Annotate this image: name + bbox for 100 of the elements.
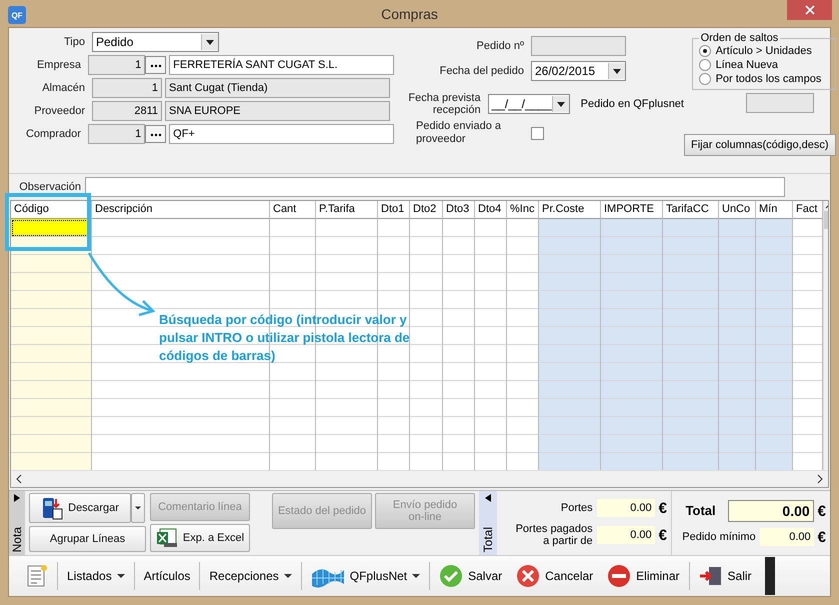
horizontal-scrollbar[interactable] [11,470,828,487]
column-header[interactable]: Dto1 [378,201,409,219]
callout-arrow [87,251,157,317]
column-header[interactable]: Fact [793,201,822,219]
shipping-label: Portes [560,502,593,514]
order-number-field[interactable] [531,36,626,56]
proveedor-name-field: SNA EUROPE [165,101,390,121]
column-header[interactable]: Cant [270,201,315,219]
free-shipping-label: Portes pagados a partir de [514,523,593,547]
column-header[interactable]: IMPORTE [601,201,662,219]
field-label: Pedido nº [476,40,525,52]
column-header[interactable]: UnCo [719,201,755,219]
app-logo: QF [8,6,26,24]
column-header[interactable]: Dto3 [443,201,474,219]
sent-checkbox[interactable] [531,126,544,140]
checkbox-label: Pedido enviado a proveedor [416,120,502,146]
order-date-picker[interactable]: 26/02/2015 [531,61,626,81]
scroll-right-icon[interactable] [816,474,824,484]
spreadsheet-icon [156,528,178,548]
field-label: Almacén [41,82,86,94]
radio-button[interactable] [698,73,711,85]
browse-button[interactable] [145,56,166,74]
group-lines-button[interactable]: Agrupar Líneas [29,526,146,552]
total-value: 0.00 [728,500,814,522]
dropdown-caret-icon[interactable] [608,63,625,79]
dropdown-caret-icon[interactable] [201,34,218,50]
currency-symbol: € [818,502,826,520]
currency-symbol: € [658,526,667,544]
column-header[interactable]: P.Tarifa [316,201,377,219]
close-button[interactable] [787,0,832,20]
exit-button[interactable]: Salir [694,560,757,592]
caret-icon [116,573,125,579]
annotation-text: Búsqueda por código (introducir valor y pulsar INTRO o utilizar pistola lectora de códigos de barras) [159,311,411,365]
empresa-code-field[interactable]: 1 [88,55,146,75]
column-header[interactable]: Pr.Coste [539,201,600,219]
field-label: Fecha prevista recepción [407,92,482,116]
almacen-name-field: Sant Cugat (Tienda) [165,78,390,98]
currency-symbol: € [658,500,667,516]
group-title: Orden de saltos [700,32,780,44]
expand-arrow-icon[interactable] [485,494,491,502]
caret-icon [412,573,420,579]
fix-columns-button[interactable]: Fijar columnas(código,desc) [684,134,836,156]
caret-icon [135,505,141,511]
minimum-order-label: Pedido mínimo [682,531,756,543]
toolbar-button[interactable]: Artículos [138,560,196,592]
field-label: Pedido en QFplusnet [580,98,684,110]
download-button[interactable]: Descargar [29,493,131,523]
column-header[interactable]: Mín [756,201,792,219]
menu-button[interactable]: QFplusNet [306,560,426,592]
qfplusnet-order-field[interactable] [746,93,814,113]
cancel-button[interactable]: Cancelar [511,560,598,592]
menu-button[interactable]: Recepciones [204,560,297,592]
total-label: Total [686,505,716,517]
window-title: Compras [381,6,438,22]
note-tab[interactable]: Nota [9,491,25,555]
ellipsis-icon [150,64,162,68]
tipo-dropdown[interactable]: Pedido [92,32,219,52]
field-label: Observación [18,181,82,193]
almacen-code-field[interactable]: 1 [92,78,162,98]
radio-option[interactable]: Artículo > Unidades [698,44,829,58]
minus-icon [607,564,632,588]
exit-door-icon [698,565,723,587]
radio-option[interactable]: Por todos los campos [698,72,829,86]
radio-button[interactable] [698,45,711,57]
observation-field[interactable] [85,177,785,197]
browse-button[interactable] [145,125,166,143]
empresa-name-field[interactable]: FERRETERÍA SANT CUGAT S.L. [169,55,394,75]
caret-icon [284,573,292,579]
menu-button[interactable]: Listados [62,560,130,592]
column-header[interactable]: Dto4 [475,201,506,219]
checkmark-icon [439,564,464,588]
ellipsis-icon [150,132,162,136]
field-label: Tipo [63,36,86,48]
minimum-order-value: 0.00 [760,528,814,546]
radio-option[interactable]: Línea Nueva [698,58,829,72]
field-label: Comprador [24,128,82,140]
field-label: Empresa [36,59,82,71]
column-header[interactable]: Descripción [92,201,269,219]
free-shipping-value: 0.00 [596,526,655,544]
scanner-icon [41,496,64,520]
download-menu-button[interactable] [131,493,145,523]
close-icon [516,564,540,588]
scroll-left-icon[interactable] [15,474,23,484]
save-button[interactable]: Salvar [434,560,508,592]
radio-button[interactable] [698,59,711,71]
column-header[interactable]: TarifaCC [663,201,718,219]
comprador-name-field[interactable]: QF+ [169,124,394,144]
column-header[interactable]: Dto2 [410,201,442,219]
column-header[interactable]: %Inc [507,201,538,219]
expected-date-picker[interactable]: __/__/____ [488,94,570,114]
close-icon [804,5,814,15]
excel-export-button[interactable]: Exp. a Excel [150,524,250,552]
proveedor-code-field[interactable]: 2811 [92,101,162,121]
comprador-code-field[interactable]: 1 [88,124,146,144]
field-label: Proveedor [33,105,86,117]
resize-grip[interactable] [764,557,775,595]
dropdown-caret-icon[interactable] [552,96,569,112]
total-tab[interactable]: Total [479,491,497,555]
delete-button[interactable]: Eliminar [602,560,685,592]
expand-arrow-icon[interactable] [14,494,20,502]
